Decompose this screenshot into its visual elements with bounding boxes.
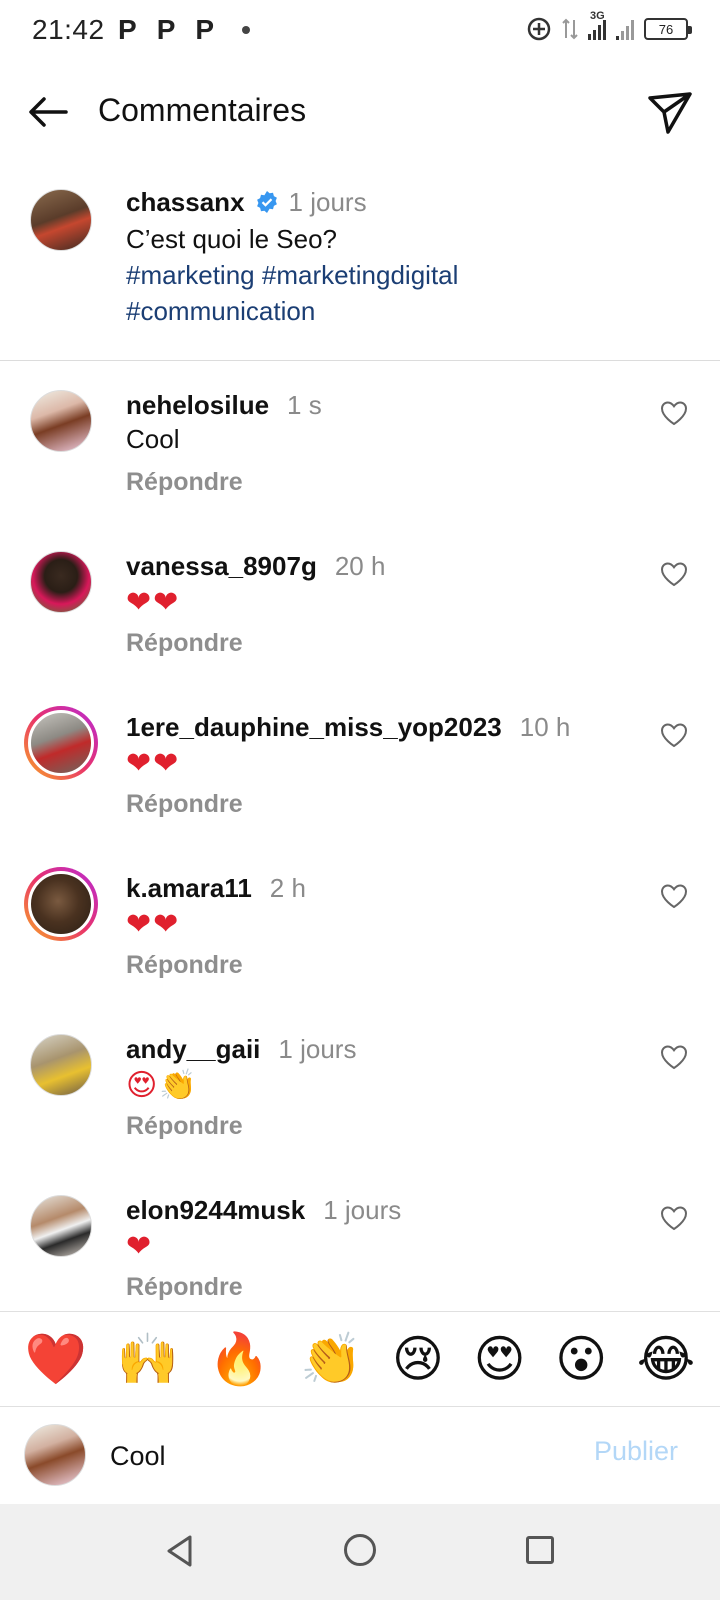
list-item: k.amara11 2 h ❤❤ Répondre: [0, 845, 720, 1009]
reply-button[interactable]: Répondre: [126, 790, 243, 819]
list-item: 1ere_dauphine_miss_yop2023 10 h ❤❤ Répond…: [0, 684, 720, 848]
comment-input[interactable]: [110, 1434, 550, 1478]
list-item: elon9244musk 1 jours ❤ Répondre: [0, 1167, 720, 1310]
battery-icon: 76: [644, 18, 692, 40]
avatar: [24, 1424, 86, 1486]
reply-button[interactable]: Répondre: [126, 951, 243, 980]
system-icons: 3G 76: [526, 10, 692, 42]
nav-back-icon[interactable]: [164, 1534, 196, 1568]
avatar[interactable]: [30, 390, 92, 452]
avatar[interactable]: [30, 189, 92, 251]
avatar-story-ring[interactable]: [24, 706, 98, 780]
avatar[interactable]: [30, 1195, 92, 1257]
list-item: nehelosilue 1 s Cool Répondre: [0, 362, 720, 526]
nav-recents-icon[interactable]: [526, 1536, 554, 1564]
comments-list[interactable]: nehelosilue 1 s Cool Répondre vanessa_890…: [0, 362, 720, 1310]
comment-composer: Publier: [0, 1408, 720, 1504]
hashtag-link[interactable]: #marketingdigital: [262, 260, 459, 290]
reply-button[interactable]: Répondre: [126, 468, 243, 497]
p-notification-icon: P: [195, 14, 215, 45]
hashtag-link[interactable]: #communication: [126, 296, 315, 326]
tears-of-joy-emoji-button[interactable]: 😂: [637, 1334, 695, 1384]
signal-3g-icon: 3G: [588, 10, 606, 40]
hashtag-link[interactable]: #marketing: [126, 260, 255, 290]
app-header: Commentaires: [0, 64, 720, 160]
comment-text: ❤❤: [126, 907, 181, 942]
arrow-left-icon[interactable]: [24, 88, 72, 136]
comment-text: Cool: [126, 424, 180, 454]
surprised-face-emoji-button[interactable]: 😮: [555, 1334, 607, 1384]
reply-button[interactable]: Répondre: [126, 1112, 243, 1141]
battery-level: 76: [658, 21, 674, 37]
list-item: vanessa_8907g 20 h ❤❤ Répondre: [0, 523, 720, 687]
comment-text: ❤❤: [126, 585, 181, 620]
fire-emoji-button[interactable]: 🔥: [208, 1334, 270, 1384]
data-transfer-icon: [562, 18, 578, 40]
username[interactable]: vanessa_8907g: [126, 551, 317, 581]
timestamp: 1 jours: [278, 1034, 357, 1064]
caption-body: C’est quoi le Seo?: [126, 224, 338, 254]
clapping-hands-emoji-button[interactable]: 👏: [300, 1334, 362, 1384]
page-title: Commentaires: [98, 92, 307, 128]
timestamp: 1 jours: [323, 1195, 402, 1225]
network-type: 3G: [590, 10, 605, 22]
nav-home-icon[interactable]: [344, 1534, 376, 1566]
comment-text: ❤: [126, 1229, 154, 1264]
username[interactable]: 1ere_dauphine_miss_yop2023: [126, 712, 502, 742]
heart-icon[interactable]: [660, 1205, 688, 1231]
username[interactable]: nehelosilue: [126, 390, 269, 420]
heart-icon[interactable]: [660, 561, 688, 587]
avatar[interactable]: [30, 1034, 92, 1096]
timestamp: 1 jours: [288, 187, 367, 217]
timestamp: 2 h: [269, 873, 306, 903]
timestamp: 10 h: [519, 712, 571, 742]
username[interactable]: k.amara11: [126, 873, 252, 903]
quick-emoji-bar: ❤️ 🙌 🔥 👏 😢 😍 😮 😂: [0, 1311, 720, 1407]
crying-face-emoji-button[interactable]: 😢: [392, 1334, 444, 1384]
heart-icon[interactable]: [660, 400, 688, 426]
avatar-story-ring[interactable]: [24, 867, 98, 941]
raising-hands-emoji-button[interactable]: 🙌: [117, 1334, 179, 1384]
username[interactable]: andy__gaii: [126, 1034, 260, 1064]
heart-icon[interactable]: [660, 1044, 688, 1070]
heart-eyes-emoji-button[interactable]: 😍: [474, 1334, 526, 1384]
timestamp: 20 h: [334, 551, 386, 581]
red-heart-emoji-button[interactable]: ❤️: [25, 1334, 87, 1384]
caption-text: C’est quoi le Seo? #marketing #marketing…: [126, 221, 666, 329]
publish-button[interactable]: Publier: [594, 1436, 678, 1467]
heart-icon[interactable]: [660, 883, 688, 909]
p-notification-icon: P: [118, 14, 137, 45]
verified-badge-icon: [256, 191, 277, 213]
system-nav-bar: [0, 1504, 720, 1600]
status-time: 21:42: [32, 14, 105, 45]
timestamp: 1 s: [287, 390, 322, 420]
send-icon[interactable]: [646, 88, 694, 136]
reply-button[interactable]: Répondre: [126, 629, 243, 658]
more-notifications-icon: [242, 26, 251, 34]
list-item: andy__gaii 1 jours 😍👏 Répondre: [0, 1006, 720, 1170]
username[interactable]: elon9244musk: [126, 1195, 305, 1225]
comment-text: 😍👏: [126, 1068, 199, 1103]
notification-icons: P P P: [118, 14, 251, 46]
signal-icon: [616, 18, 634, 40]
reply-button[interactable]: Répondre: [126, 1273, 243, 1302]
data-saver-icon: [527, 17, 551, 41]
heart-icon[interactable]: [660, 722, 688, 748]
comment-text: ❤❤: [126, 746, 181, 781]
status-bar: 21:42 P P P 3G 76: [0, 0, 720, 64]
avatar[interactable]: [30, 551, 92, 613]
caption-username-line: chassanx 1 jours: [126, 187, 367, 218]
p-notification-icon: P: [156, 14, 176, 45]
username[interactable]: chassanx: [126, 187, 245, 217]
post-caption: chassanx 1 jours C’est quoi le Seo? #mark…: [0, 175, 720, 361]
